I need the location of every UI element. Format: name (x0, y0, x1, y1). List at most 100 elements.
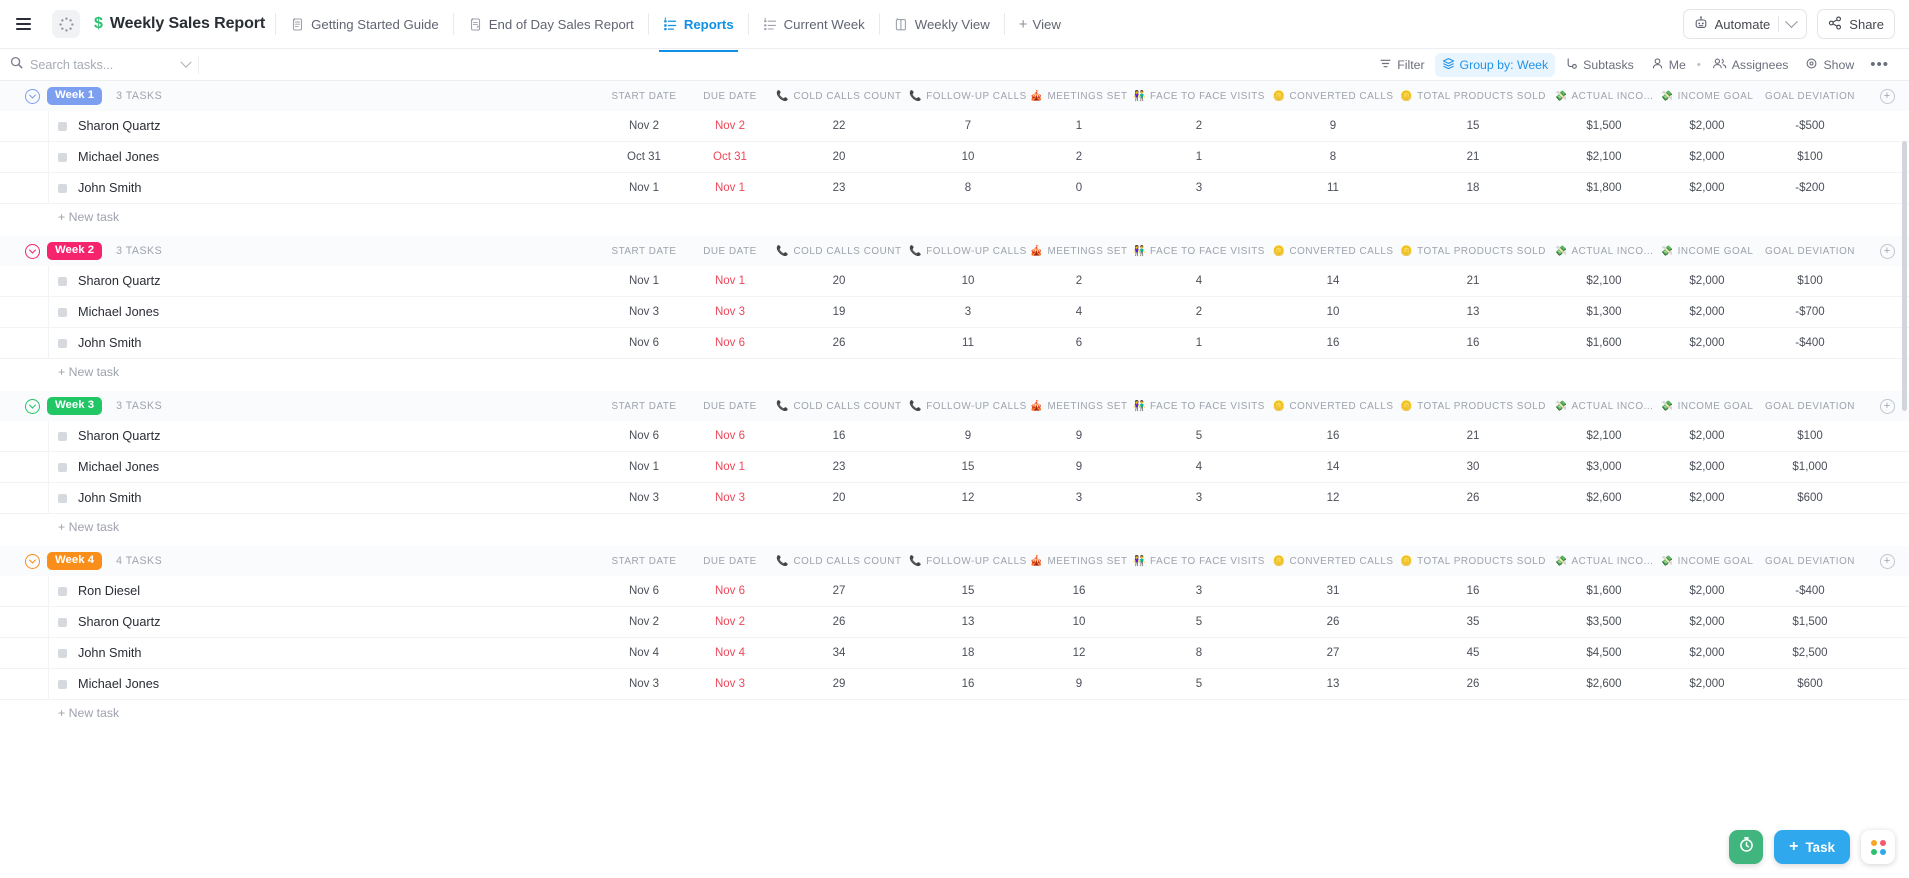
group-badge[interactable]: Week 4 (47, 551, 103, 571)
cell-follow[interactable]: 8 (907, 182, 1029, 194)
group-badge[interactable]: Week 1 (47, 86, 103, 106)
cell-converted[interactable]: 12 (1269, 492, 1397, 504)
column-header-goal[interactable]: 💸 INCOME GOAL (1659, 91, 1755, 102)
cell-cold[interactable]: 27 (771, 585, 907, 597)
cell-due[interactable]: Nov 2 (689, 616, 771, 628)
table-row[interactable]: John Smith Nov 4 Nov 4 34 18 12 8 27 45 $4,500 $2,… (0, 638, 1909, 669)
cell-follow[interactable]: 18 (907, 647, 1029, 659)
column-header-converted[interactable]: 🪙 CONVERTED CALLS (1269, 401, 1397, 412)
cell-face[interactable]: 5 (1129, 430, 1269, 442)
cell-products[interactable]: 16 (1397, 585, 1549, 597)
column-header-start[interactable]: START DATE (599, 401, 689, 412)
cell-start[interactable]: Nov 2 (599, 120, 689, 132)
group-badge[interactable]: Week 2 (47, 241, 103, 261)
cell-face[interactable]: 4 (1129, 275, 1269, 287)
task-status-icon[interactable] (58, 586, 67, 596)
cell-converted[interactable]: 31 (1269, 585, 1397, 597)
collapse-group-icon[interactable] (25, 243, 40, 259)
cell-start[interactable]: Oct 31 (599, 151, 689, 163)
cell-face[interactable]: 2 (1129, 120, 1269, 132)
column-header-converted[interactable]: 🪙 CONVERTED CALLS (1269, 556, 1397, 567)
cell-converted[interactable]: 14 (1269, 461, 1397, 473)
table-row[interactable]: Sharon Quartz Nov 1 Nov 1 20 10 2 4 14 21 $2,100 $… (0, 266, 1909, 297)
cell-actual[interactable]: $2,600 (1549, 492, 1659, 504)
column-header-start[interactable]: START DATE (599, 91, 689, 102)
cell-deviation[interactable]: $600 (1755, 492, 1865, 504)
cell-face[interactable]: 3 (1129, 492, 1269, 504)
cell-deviation[interactable]: $1,000 (1755, 461, 1865, 473)
cell-cold[interactable]: 20 (771, 151, 907, 163)
cell-follow[interactable]: 9 (907, 430, 1029, 442)
cell-cold[interactable]: 23 (771, 182, 907, 194)
column-header-products[interactable]: 🪙 TOTAL PRODUCTS SOLD (1397, 246, 1549, 257)
task-status-icon[interactable] (58, 152, 67, 162)
cell-actual[interactable]: $2,100 (1549, 275, 1659, 287)
column-header-deviation[interactable]: GOAL DEVIATION (1755, 556, 1865, 567)
cell-start[interactable]: Nov 1 (599, 182, 689, 194)
column-header-deviation[interactable]: GOAL DEVIATION (1755, 246, 1865, 257)
table-row[interactable]: Sharon Quartz Nov 2 Nov 2 22 7 1 2 9 15 $1,500 $2,… (0, 111, 1909, 142)
cell-start[interactable]: Nov 1 (599, 461, 689, 473)
new-task-button[interactable]: + New task (0, 514, 1909, 540)
tab-current-week[interactable]: Current Week (759, 11, 869, 38)
chevron-down-icon[interactable] (180, 56, 192, 68)
column-header-products[interactable]: 🪙 TOTAL PRODUCTS SOLD (1397, 556, 1549, 567)
column-header-start[interactable]: START DATE (599, 556, 689, 567)
table-row[interactable]: Michael Jones Nov 3 Nov 3 29 16 9 5 13 26 $2,600 $… (0, 669, 1909, 700)
cell-actual[interactable]: $2,100 (1549, 151, 1659, 163)
cell-start[interactable]: Nov 6 (599, 430, 689, 442)
cell-start[interactable]: Nov 3 (599, 306, 689, 318)
cell-goal[interactable]: $2,000 (1659, 616, 1755, 628)
cell-goal[interactable]: $2,000 (1659, 461, 1755, 473)
cell-meetings[interactable]: 2 (1029, 151, 1129, 163)
cell-follow[interactable]: 15 (907, 461, 1029, 473)
column-header-cold[interactable]: 📞 COLD CALLS COUNT (771, 556, 907, 567)
column-header-meetings[interactable]: 🎪 MEETINGS SET (1029, 556, 1129, 567)
table-row[interactable]: Ron Diesel Nov 6 Nov 6 27 15 16 3 31 16 $1,600 $2,… (0, 576, 1909, 607)
cell-cold[interactable]: 26 (771, 337, 907, 349)
column-header-products[interactable]: 🪙 TOTAL PRODUCTS SOLD (1397, 401, 1549, 412)
column-header-start[interactable]: START DATE (599, 246, 689, 257)
cell-goal[interactable]: $2,000 (1659, 120, 1755, 132)
table-scroll-area[interactable]: Week 13 TASKS START DATE DUE DATE 📞 COLD CAL… (0, 81, 1909, 878)
column-header-cold[interactable]: 📞 COLD CALLS COUNT (771, 401, 907, 412)
collapse-group-icon[interactable] (25, 398, 40, 414)
cell-converted[interactable]: 26 (1269, 616, 1397, 628)
column-header-due[interactable]: DUE DATE (689, 556, 771, 567)
table-row[interactable]: John Smith Nov 1 Nov 1 23 8 0 3 11 18 $1,800 $2,00… (0, 173, 1909, 204)
cell-cold[interactable]: 20 (771, 492, 907, 504)
cell-meetings[interactable]: 3 (1029, 492, 1129, 504)
cell-start[interactable]: Nov 6 (599, 585, 689, 597)
cell-goal[interactable]: $2,000 (1659, 275, 1755, 287)
cell-products[interactable]: 16 (1397, 337, 1549, 349)
cell-cold[interactable]: 26 (771, 616, 907, 628)
tab-reports[interactable]: Reports (658, 11, 738, 52)
cell-face[interactable]: 3 (1129, 585, 1269, 597)
cell-due[interactable]: Nov 1 (689, 275, 771, 287)
cell-face[interactable]: 1 (1129, 337, 1269, 349)
cell-products[interactable]: 30 (1397, 461, 1549, 473)
cell-deviation[interactable]: $600 (1755, 678, 1865, 690)
column-header-converted[interactable]: 🪙 CONVERTED CALLS (1269, 246, 1397, 257)
cell-products[interactable]: 21 (1397, 430, 1549, 442)
filter-button[interactable]: Filter (1372, 53, 1431, 77)
automate-button[interactable]: Automate (1682, 9, 1808, 39)
table-row[interactable]: Michael Jones Nov 3 Nov 3 19 3 4 2 10 13 $1,300 $2… (0, 297, 1909, 328)
cell-converted[interactable]: 9 (1269, 120, 1397, 132)
cell-start[interactable]: Nov 1 (599, 275, 689, 287)
add-column-button[interactable]: + (1879, 243, 1895, 259)
column-header-face[interactable]: 👫 FACE TO FACE VISITS (1129, 556, 1269, 567)
cell-deviation[interactable]: -$400 (1755, 337, 1865, 349)
cell-products[interactable]: 21 (1397, 151, 1549, 163)
cell-start[interactable]: Nov 2 (599, 616, 689, 628)
column-header-goal[interactable]: 💸 INCOME GOAL (1659, 246, 1755, 257)
column-header-due[interactable]: DUE DATE (689, 401, 771, 412)
cell-due[interactable]: Oct 31 (689, 151, 771, 163)
cell-start[interactable]: Nov 4 (599, 647, 689, 659)
cell-cold[interactable]: 22 (771, 120, 907, 132)
cell-meetings[interactable]: 0 (1029, 182, 1129, 194)
column-header-cold[interactable]: 📞 COLD CALLS COUNT (771, 246, 907, 257)
apps-button[interactable] (1861, 830, 1895, 864)
cell-due[interactable]: Nov 3 (689, 306, 771, 318)
column-header-cold[interactable]: 📞 COLD CALLS COUNT (771, 91, 907, 102)
